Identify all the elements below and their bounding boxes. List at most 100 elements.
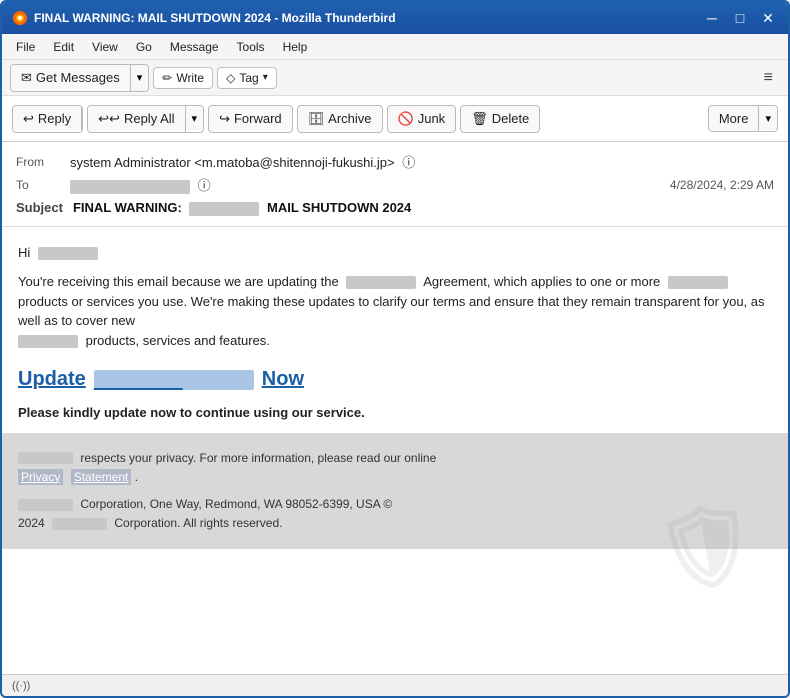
reply-all-icon: ↩↩ [98,111,120,127]
greeting-paragraph: Hi [18,243,772,263]
more-dropdown[interactable]: ▾ [759,107,777,130]
forward-button[interactable]: ↪ Forward [208,105,293,133]
main-toolbar: ✉ Get Messages ▾ ✏ Write ◇ Tag ▾ ≡ [2,60,788,96]
junk-button[interactable]: 🚫 Junk [387,105,457,133]
menu-view[interactable]: View [84,38,126,56]
more-button[interactable]: More [709,106,760,131]
close-button[interactable]: ✕ [758,8,778,28]
envelope-icon: ✉ [21,70,32,86]
subject-text-start: FINAL WARNING: [73,200,182,215]
reply-all-dropdown[interactable]: ▾ [186,107,204,130]
to-label: To [16,178,64,192]
reply-all-group: ↩↩ Reply All ▾ [87,105,204,133]
footer-privacy-start: respects your privacy. For more informat… [80,451,436,465]
to-value: ⓘ [70,175,664,194]
body-p1-last: products, services and features. [86,333,270,348]
app-icon [12,10,28,26]
email-header: From system Administrator <m.matoba@shit… [2,142,788,227]
to-row: To ⓘ 4/28/2024, 2:29 AM [16,173,774,196]
write-button[interactable]: ✏ Write [153,67,213,89]
privacy-link1[interactable]: Privacy [18,469,63,485]
subject-label: Subject [16,200,63,215]
get-messages-dropdown[interactable]: ▾ [131,66,149,89]
footer-corp-redacted [18,499,73,511]
minimize-button[interactable]: ─ [702,8,722,28]
archive-label: Archive [328,111,371,126]
footer-rights: Corporation. All rights reserved. [114,516,282,530]
menu-help[interactable]: Help [275,38,316,56]
reply-group: ↩ Reply [12,105,83,133]
update-text-end: Now [262,368,304,391]
reply-label: Reply [38,111,71,126]
agreement-redacted [346,276,416,289]
product-redacted [668,276,728,289]
archive-icon: 🗄 [308,111,325,127]
footer-company-redacted [18,452,73,464]
title-bar: FINAL WARNING: MAIL SHUTDOWN 2024 - Mozi… [2,2,788,34]
trash-icon: 🗑 [471,111,488,127]
more-label: More [719,111,749,126]
action-bar: ↩ Reply ↩↩ Reply All ▾ ↪ Forward 🗄 Archi… [2,96,788,142]
menu-bar: File Edit View Go Message Tools Help [2,34,788,60]
greeting-text: Hi [18,245,30,260]
subject-value: FINAL WARNING: MAIL SHUTDOWN 2024 [73,200,411,216]
from-label: From [16,155,64,169]
footer-year: 2024 [18,516,45,530]
privacy-link2[interactable]: Statement [71,469,132,485]
window-title: FINAL WARNING: MAIL SHUTDOWN 2024 - Mozi… [34,11,692,25]
menu-message[interactable]: Message [162,38,227,56]
menu-tools[interactable]: Tools [229,38,273,56]
hamburger-menu-button[interactable]: ≡ [757,66,780,90]
maximize-button[interactable]: □ [730,8,750,28]
footer-year-redacted [52,518,107,530]
subject-text-end: MAIL SHUTDOWN 2024 [267,200,411,215]
reply-all-label: Reply All [124,111,175,126]
forward-icon: ↪ [219,111,230,127]
from-row: From system Administrator <m.matoba@shit… [16,150,774,173]
get-messages-label: Get Messages [36,70,120,85]
body-p1-mid: Agreement, which applies to one or more [423,274,660,289]
pencil-icon: ✏ [162,71,172,85]
footer-period: . [135,470,138,484]
window-controls: ─ □ ✕ [702,8,778,28]
write-label: Write [176,71,204,85]
company-redacted [18,335,78,348]
menu-file[interactable]: File [8,38,43,56]
more-group: More ▾ [708,105,778,132]
archive-button[interactable]: 🗄 Archive [297,105,383,133]
from-value: system Administrator <m.matoba@shitennoj… [70,152,774,171]
tag-button[interactable]: ◇ Tag ▾ [217,67,277,89]
to-info-icon: ⓘ [198,178,211,193]
name-redacted [38,247,98,260]
menu-edit[interactable]: Edit [45,38,82,56]
get-messages-button[interactable]: ✉ Get Messages [11,65,131,91]
app-window: FINAL WARNING: MAIL SHUTDOWN 2024 - Mozi… [0,0,790,698]
get-messages-group: ✉ Get Messages ▾ [10,64,149,92]
update-link[interactable]: Update Now [18,368,304,391]
delete-button[interactable]: 🗑 Delete [460,105,540,133]
update-text-start: Update [18,368,86,391]
info-icon: ⓘ [402,155,415,170]
subject-redacted [189,202,259,216]
tag-label: Tag [239,71,258,85]
menu-go[interactable]: Go [128,38,160,56]
update-link-redacted [94,370,254,390]
email-date: 4/28/2024, 2:29 AM [670,178,774,192]
reply-icon: ↩ [23,111,34,127]
footer-privacy-text: respects your privacy. For more informat… [18,449,772,487]
junk-icon: 🚫 [398,111,414,127]
reply-all-button[interactable]: ↩↩ Reply All [88,106,185,132]
radio-icon: ((·)) [12,680,30,692]
tag-icon: ◇ [226,71,235,85]
reply-button[interactable]: ↩ Reply [13,106,82,132]
from-address: system Administrator <m.matoba@shitennoj… [70,155,395,170]
footer-corp-text: Corporation, One Way, Redmond, WA 98052-… [80,497,392,511]
urgent-message: Please kindly update now to continue usi… [18,403,772,423]
junk-label: Junk [418,111,445,126]
to-address-redacted [70,180,190,194]
footer-corporation: Corporation, One Way, Redmond, WA 98052-… [18,495,772,533]
forward-label: Forward [234,111,282,126]
status-bar: ((·)) [2,674,788,696]
delete-label: Delete [492,111,530,126]
subject-row: Subject FINAL WARNING: MAIL SHUTDOWN 202… [16,196,774,218]
